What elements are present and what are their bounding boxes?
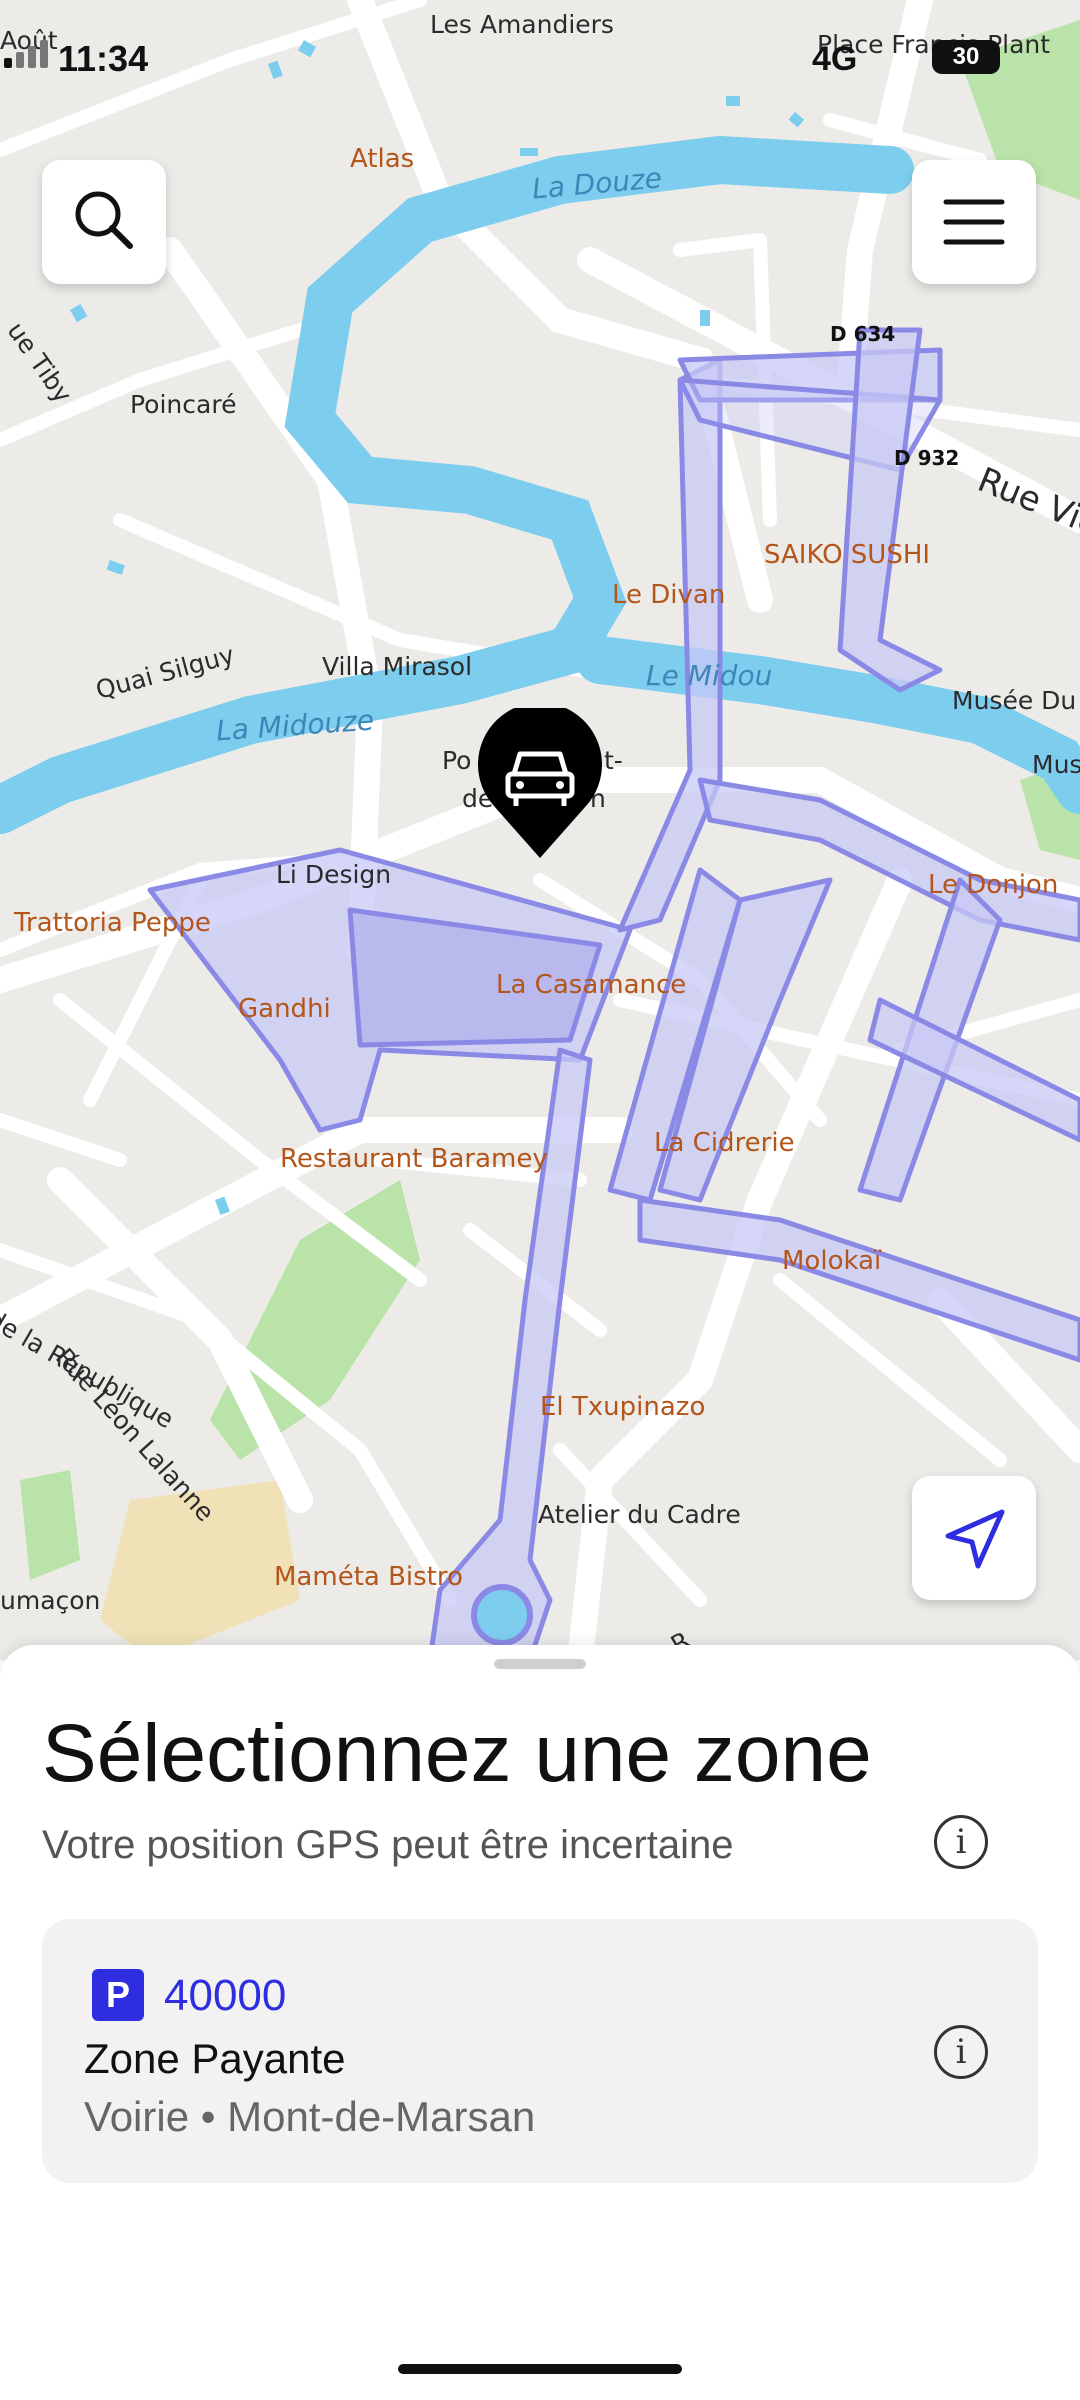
map-label-el-txupinazo: El Txupinazo [540,1392,706,1422]
zone-name: Zone Payante [84,2035,346,2082]
map-label-atlas: Atlas [350,144,415,174]
map-label-saiko-sushi: SAIKO SUSHI [764,540,931,570]
parking-badge-icon: P [92,1969,144,2021]
map-label-le-divan: Le Divan [612,580,726,610]
map-label-li-design: Li Design [276,860,392,889]
zone-selection-sheet[interactable]: Sélectionnez une zone Votre position GPS… [0,1645,1080,2400]
map-label-pont-b: t- [604,746,623,775]
car-location-marker[interactable] [476,708,604,860]
map-label-molokai: Molokaï [782,1246,882,1276]
map-label-le-donjon: Le Donjon [928,870,1059,900]
status-time: 11:34 [58,38,149,79]
navigation-arrow-icon [945,1509,1005,1569]
map-label-d932: D 932 [894,446,960,470]
gps-info-button[interactable]: i [934,1815,988,1869]
map-label-umacon: umaçon [0,1586,101,1615]
zone-meta: Voirie • Mont-de-Marsan [84,2093,536,2140]
status-bar: 11:34 4G 30 [0,38,1080,79]
sheet-drag-handle[interactable] [494,1659,586,1669]
map-label-mus: Mus [1032,750,1080,779]
signal-bars-icon [4,40,48,68]
map-label-poincare: Poincaré [130,390,237,419]
network-type: 4G [812,40,858,78]
map-label-musee-du: Musée Du [952,686,1077,715]
map-label-la-cidrerie: La Cidrerie [654,1128,795,1158]
map-label-les-amandiers: Les Amandiers [430,10,614,39]
map-label-restaurant-baramey: Restaurant Baramey [280,1144,548,1174]
map-label-pont-a: Po [442,746,472,775]
battery-indicator: 30 [932,40,1000,74]
map-view[interactable]: Atlas Les Amandiers Place Francis Plant … [0,0,1080,1660]
map-label-le-midou: Le Midou [646,659,773,692]
map-label-gandhi: Gandhi [238,994,331,1024]
zone-code: 40000 [164,1971,287,2020]
zone-card[interactable]: P 40000 Zone Payante Voirie • Mont-de-Ma… [42,1919,1038,2183]
locate-me-button[interactable] [912,1476,1036,1600]
home-indicator[interactable] [398,2364,682,2374]
menu-button[interactable] [912,160,1036,284]
info-icon: i [955,1822,967,1862]
map-label-d634: D 634 [830,322,896,346]
map-label-la-casamance: La Casamance [496,970,687,1000]
map-label-villa-mirasol: Villa Mirasol [322,652,473,681]
sheet-title: Sélectionnez une zone [42,1708,872,1799]
menu-icon [943,199,1005,245]
info-icon: i [955,2032,967,2072]
gps-warning-text: Votre position GPS peut être incertaine [42,1823,734,1867]
search-icon [75,191,133,249]
search-button[interactable] [42,160,166,284]
map-label-mameta-bistro: Maméta Bistro [274,1562,463,1592]
zone-info-button[interactable]: i [934,2025,988,2079]
map-label-trattoria-peppe: Trattoria Peppe [14,908,211,938]
map-label-atelier-du-cadre: Atelier du Cadre [538,1500,741,1529]
